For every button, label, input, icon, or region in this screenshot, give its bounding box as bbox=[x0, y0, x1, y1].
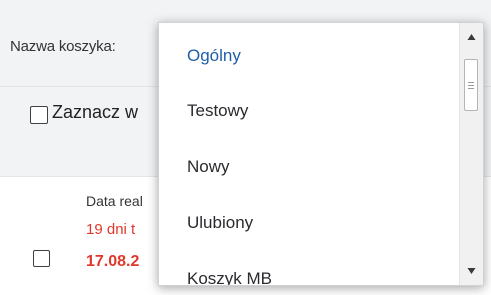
item-checkbox[interactable] bbox=[33, 250, 50, 267]
scroll-thumb[interactable] bbox=[464, 59, 478, 111]
dropdown-option-label: Ogólny bbox=[187, 46, 241, 65]
basket-name-label: Nazwa koszyka: bbox=[10, 38, 116, 55]
grip-line bbox=[468, 82, 474, 83]
scroll-down-button[interactable] bbox=[460, 259, 483, 283]
grip-line bbox=[468, 85, 474, 86]
dropdown-option-label: Testowy bbox=[187, 101, 249, 120]
dropdown-option-ulubiony[interactable]: Ulubiony bbox=[159, 195, 459, 251]
item-date-value: 17.08.2 bbox=[86, 253, 140, 270]
triangle-up-icon bbox=[467, 34, 476, 40]
dropdown-option-label: Koszyk MB bbox=[187, 269, 273, 286]
dropdown-option-label: Ulubiony bbox=[187, 213, 254, 232]
item-date-label: Data real bbox=[86, 193, 143, 209]
dropdown-option-ogolny[interactable]: Ogólny bbox=[159, 28, 459, 84]
dropdown-option-label: Nowy bbox=[187, 157, 230, 176]
dropdown-option-testowy[interactable]: Testowy bbox=[159, 83, 459, 139]
grip-line bbox=[468, 88, 474, 89]
dropdown-option-nowy[interactable]: Nowy bbox=[159, 139, 459, 195]
select-all-label: Zaznacz w bbox=[52, 102, 139, 122]
scroll-up-button[interactable] bbox=[460, 25, 483, 49]
item-days-left: 19 dni t bbox=[86, 221, 136, 238]
triangle-down-icon bbox=[467, 268, 476, 274]
select-all-checkbox[interactable] bbox=[30, 106, 48, 124]
dropdown-option-koszyk-mb[interactable]: Koszyk MB bbox=[159, 251, 459, 286]
dropdown-scrollbar[interactable] bbox=[459, 23, 483, 285]
basket-select-dropdown[interactable]: Ogólny Testowy Nowy Ulubiony Koszyk MB bbox=[158, 22, 484, 286]
